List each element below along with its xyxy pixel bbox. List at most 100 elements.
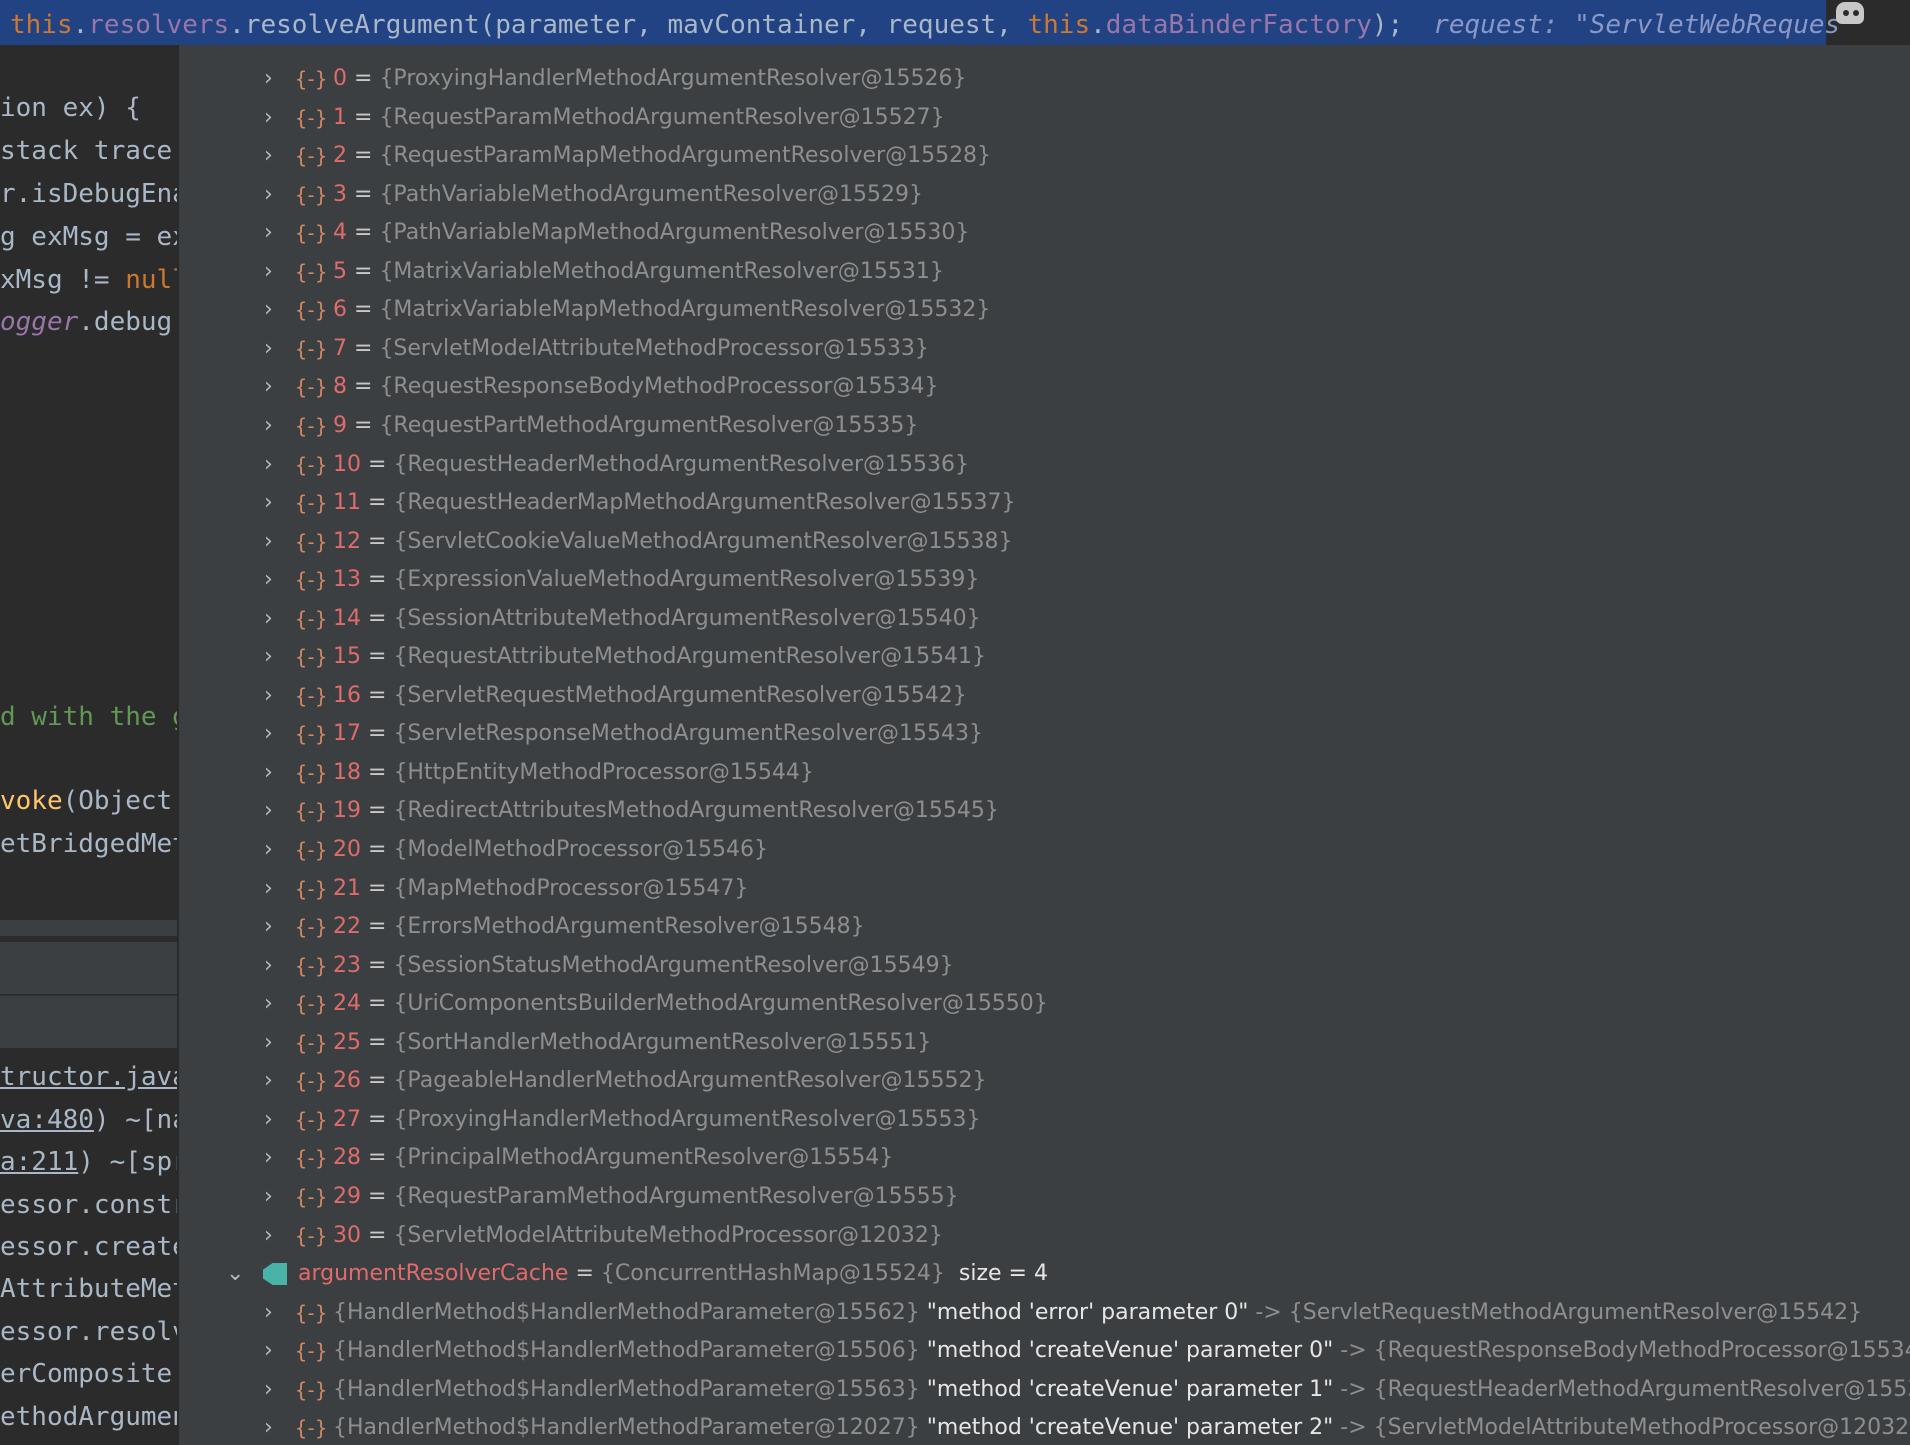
chevron-right-icon[interactable]: › [264,1178,273,1216]
object-icon: {-} [295,722,327,747]
code-editor[interactable]: ion ex) { stack trace r.isDebugEna g exM… [0,45,177,1445]
keyword-null: null [125,265,177,295]
row-value: {ServletCookieValueMethodArgumentResolve… [393,528,1013,554]
chevron-down-icon[interactable]: ⌄ [226,1255,244,1293]
splitter[interactable] [0,920,177,936]
object-icon: {-} [295,915,327,940]
chevron-right-icon[interactable]: › [264,1217,273,1255]
chevron-right-icon[interactable]: › [264,677,273,715]
chevron-right-icon[interactable]: › [264,831,273,869]
chevron-right-icon[interactable]: › [264,715,273,753]
keyword-this-2: this [1027,10,1091,40]
chevron-right-icon[interactable]: › [264,561,273,599]
chevron-right-icon[interactable]: › [264,407,273,445]
row-index: 14 [333,605,361,631]
stacktrace-link[interactable]: va:480 [0,1105,94,1135]
row-value: {SessionAttributeMethodArgumentResolver@… [393,605,981,631]
chevron-right-icon[interactable]: › [264,1294,273,1332]
row-value: {HttpEntityMethodProcessor@15544} [393,759,814,785]
code-text: ) ~[spr [78,1147,177,1177]
object-icon: {-} [295,760,327,785]
chevron-right-icon[interactable]: › [264,1371,273,1409]
chevron-right-icon[interactable]: › [264,99,273,137]
equals-sign: = [575,1261,594,1287]
chevron-right-icon[interactable]: › [264,253,273,291]
entry-target: {ServletModelAttributeMethodProcessor@12… [1373,1415,1910,1441]
equals-sign: = [368,1029,387,1055]
chevron-right-icon[interactable]: › [264,1332,273,1370]
chevron-right-icon[interactable]: › [264,446,273,484]
chevron-right-icon[interactable]: › [264,1062,273,1100]
chevron-right-icon[interactable]: › [264,484,273,522]
chevron-right-icon[interactable]: › [264,908,273,946]
object-icon: {-} [295,298,327,323]
stacktrace-link[interactable]: tructor.java [0,1062,177,1092]
row-value: {ServletModelAttributeMethodProcessor@15… [379,335,929,361]
object-icon: {-} [295,144,327,169]
object-icon: {-} [295,1339,327,1364]
chevron-right-icon[interactable]: › [264,368,273,406]
chevron-right-icon[interactable]: › [264,1101,273,1139]
chevron-right-icon[interactable]: › [264,754,273,792]
chevron-right-icon[interactable]: › [264,523,273,561]
equals-sign: = [368,1183,387,1209]
object-icon: {-} [295,1416,327,1441]
object-icon: {-} [295,67,327,91]
chevron-right-icon[interactable]: › [264,1024,273,1062]
field-resolvers[interactable]: resolvers [88,10,229,40]
chevron-right-icon[interactable]: › [264,1139,273,1177]
row-value: {RequestPartMethodArgumentResolver@15535… [379,412,919,438]
stacktrace-line: erComposite [0,1359,173,1389]
object-icon: {-} [295,413,327,438]
robot-icon[interactable] [1832,0,1870,30]
code-text: g exMsg = [0,222,157,252]
dot-2: . [1090,10,1106,40]
code-line: voke(Object. [0,786,177,816]
chevron-right-icon[interactable]: › [264,60,273,98]
row-index: 3 [333,181,347,207]
object-icon: {-} [295,645,327,670]
stacktrace-line: a:211) ~[spr [0,1147,177,1177]
row-value: {RequestHeaderMapMethodArgumentResolver@… [393,490,1016,516]
field-data-binder-factory[interactable]: dataBinderFactory [1106,10,1372,40]
chevron-right-icon[interactable]: › [264,600,273,638]
row-value: {ProxyingHandlerMethodArgumentResolver@1… [393,1106,981,1132]
row-value: {SortHandlerMethodArgumentResolver@15551… [393,1029,932,1055]
code-line: stack trace [0,136,173,166]
object-icon: {-} [295,876,327,901]
object-icon: {-} [295,452,327,477]
stacktrace-link[interactable]: a:211 [0,1147,78,1177]
equals-sign: = [368,1106,387,1132]
debugger-variables-popup[interactable]: › {-} 0 = {ProxyingHandlerMethodArgumentRe… [177,45,1910,1445]
chevron-right-icon[interactable]: › [264,291,273,329]
object-icon: {-} [295,953,327,978]
object-icon: {-} [295,1107,327,1132]
stacktrace-line: AttributeMet [0,1274,177,1304]
inline-debug-hint[interactable]: request: "ServletWebReques [1433,10,1840,40]
chevron-right-icon[interactable]: › [264,330,273,368]
chevron-right-icon[interactable]: › [264,985,273,1023]
row-value: {RequestResponseBodyMethodProcessor@1553… [379,374,939,400]
code-text[interactable]: this.resolvers.resolveArgument(parameter… [10,0,1840,45]
console-toolbar [0,995,177,1048]
row-index: 5 [333,258,347,284]
chevron-right-icon[interactable]: › [264,214,273,252]
arrow: -> [1340,1415,1367,1441]
code-comment: d with the give [0,702,177,732]
chevron-right-icon[interactable]: › [264,638,273,676]
object-icon: {-} [295,1223,327,1248]
row-value: {ServletModelAttributeMethodProcessor@12… [393,1222,943,1248]
row-index: 13 [333,567,361,593]
entry-target: {RequestResponseBodyMethodProcessor@1553… [1373,1338,1910,1364]
chevron-right-icon[interactable]: › [264,137,273,175]
chevron-right-icon[interactable]: › [264,1409,273,1445]
chevron-right-icon[interactable]: › [264,947,273,985]
equals-sign: = [368,759,387,785]
chevron-right-icon[interactable]: › [264,792,273,830]
stacktrace-line: va:480) ~[na [0,1105,177,1135]
object-icon: {-} [295,992,327,1017]
chevron-right-icon[interactable]: › [264,176,273,214]
row-index: 29 [333,1183,361,1209]
chevron-right-icon[interactable]: › [264,870,273,908]
code-text: xMsg != [0,265,126,295]
